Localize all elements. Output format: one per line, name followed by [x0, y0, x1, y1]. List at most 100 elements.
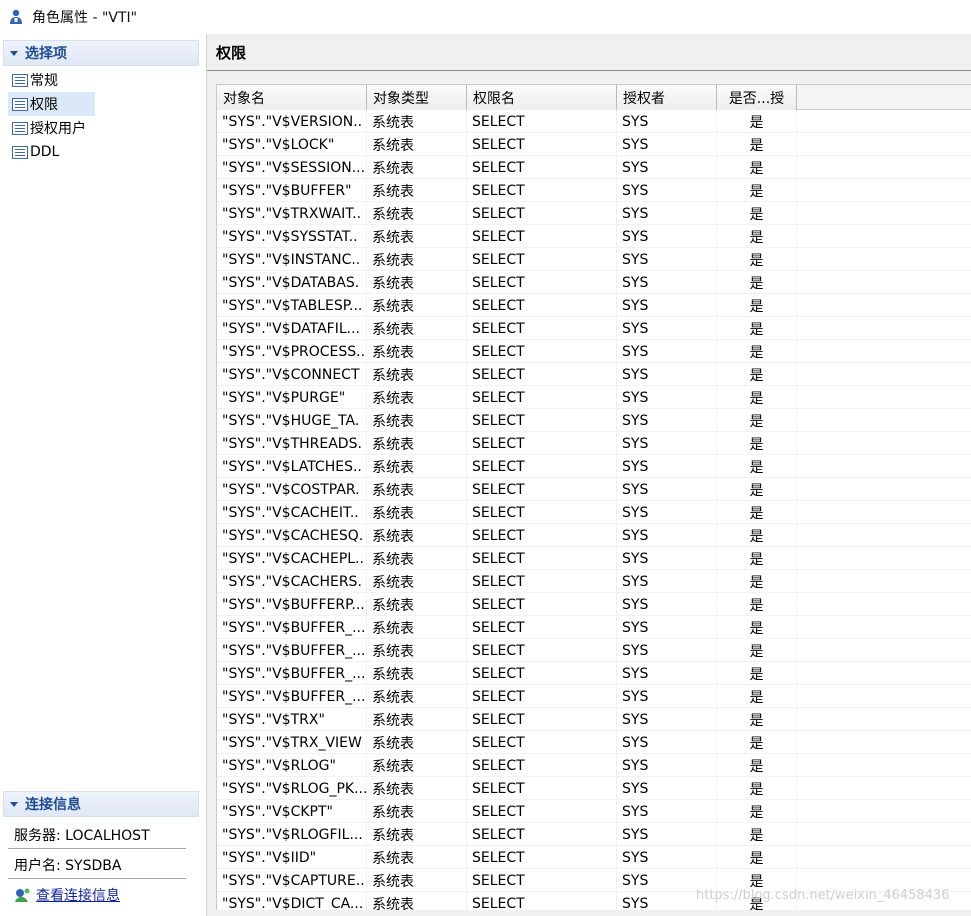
- table-row[interactable]: "SYS"."V$LATCHES.. 系统表 SELECT SYS 是: [217, 455, 971, 478]
- table-row[interactable]: "SYS"."V$BUFFER" 系统表 SELECT SYS 是: [217, 179, 971, 202]
- role-user-icon: [8, 9, 24, 25]
- table-row[interactable]: "SYS"."V$CACHESQ. 系统表 SELECT SYS 是: [217, 524, 971, 547]
- table-row[interactable]: "SYS"."V$HUGE_TA. 系统表 SELECT SYS 是: [217, 409, 971, 432]
- cell-object-name: "SYS"."V$CONNECT: [217, 363, 367, 386]
- cell-object-type: 系统表: [367, 754, 467, 777]
- cell-object-type: 系统表: [367, 869, 467, 892]
- table-row[interactable]: "SYS"."V$CACHEIT.. 系统表 SELECT SYS 是: [217, 501, 971, 524]
- table-row[interactable]: "SYS"."V$BUFFER_... 系统表 SELECT SYS 是: [217, 662, 971, 685]
- cell-privilege: SELECT: [467, 731, 617, 754]
- cell-privilege: SELECT: [467, 616, 617, 639]
- table-row[interactable]: "SYS"."V$CACHERS. 系统表 SELECT SYS 是: [217, 570, 971, 593]
- cell-grantable: 是: [717, 133, 797, 156]
- cell-object-name: "SYS"."V$COSTPAR.: [217, 478, 367, 501]
- section-header-options[interactable]: 选择项: [3, 40, 199, 66]
- cell-grantable: 是: [717, 340, 797, 363]
- cell-grantor: SYS: [617, 708, 717, 731]
- table-row[interactable]: "SYS"."V$CKPT" 系统表 SELECT SYS 是: [217, 800, 971, 823]
- cell-object-name: "SYS"."V$BUFFER": [217, 179, 367, 202]
- collapse-arrow-icon[interactable]: [10, 801, 18, 807]
- cell-grantable: 是: [717, 432, 797, 455]
- sidebar-item-general[interactable]: 常规: [8, 68, 198, 92]
- sidebar-item-privileges[interactable]: 权限: [8, 92, 95, 116]
- table-row[interactable]: "SYS"."V$TABLESP... 系统表 SELECT SYS 是: [217, 294, 971, 317]
- table-row[interactable]: "SYS"."V$BUFFER_... 系统表 SELECT SYS 是: [217, 616, 971, 639]
- view-connection-link[interactable]: 查看连接信息: [36, 885, 120, 905]
- section-header-connection[interactable]: 连接信息: [3, 791, 199, 817]
- cell-object-type: 系统表: [367, 800, 467, 823]
- cell-grantor: SYS: [617, 409, 717, 432]
- table-row[interactable]: "SYS"."V$RLOG_PK... 系统表 SELECT SYS 是: [217, 777, 971, 800]
- table-row[interactable]: "SYS"."V$SYSSTAT.. 系统表 SELECT SYS 是: [217, 225, 971, 248]
- column-header-object-type[interactable]: 对象类型: [367, 85, 467, 110]
- cell-privilege: SELECT: [467, 800, 617, 823]
- table-row[interactable]: "SYS"."V$IID" 系统表 SELECT SYS 是: [217, 846, 971, 869]
- cell-grantable: 是: [717, 248, 797, 271]
- table-row[interactable]: "SYS"."V$BUFFER_... 系统表 SELECT SYS 是: [217, 685, 971, 708]
- collapse-arrow-icon[interactable]: [10, 50, 18, 56]
- table-row[interactable]: "SYS"."V$DATAFIL... 系统表 SELECT SYS 是: [217, 317, 971, 340]
- table-row[interactable]: "SYS"."V$RLOGFIL... 系统表 SELECT SYS 是: [217, 823, 971, 846]
- cell-object-type: 系统表: [367, 317, 467, 340]
- table-row[interactable]: "SYS"."V$THREADS. 系统表 SELECT SYS 是: [217, 432, 971, 455]
- column-header-grantable[interactable]: 是否...授: [717, 85, 797, 110]
- cell-grantor: SYS: [617, 156, 717, 179]
- table-row[interactable]: "SYS"."V$PURGE" 系统表 SELECT SYS 是: [217, 386, 971, 409]
- cell-grantor: SYS: [617, 386, 717, 409]
- cell-object-name: "SYS"."V$SYSSTAT..: [217, 225, 367, 248]
- table-row[interactable]: "SYS"."V$BUFFERP... 系统表 SELECT SYS 是: [217, 593, 971, 616]
- sidebar-item-ddl[interactable]: DDL: [8, 140, 198, 164]
- table-row[interactable]: "SYS"."V$RLOG" 系统表 SELECT SYS 是: [217, 754, 971, 777]
- sidebar-item-granted-users[interactable]: 授权用户: [8, 116, 198, 140]
- cell-object-type: 系统表: [367, 225, 467, 248]
- table-row[interactable]: "SYS"."V$COSTPAR. 系统表 SELECT SYS 是: [217, 478, 971, 501]
- table-body: "SYS"."V$VERSION.. 系统表 SELECT SYS 是 "SYS"."V$…: [217, 110, 971, 910]
- column-header-grantor[interactable]: 授权者: [617, 85, 717, 110]
- sidebar-item-label: 授权用户: [30, 121, 86, 137]
- cell-grantor: SYS: [617, 593, 717, 616]
- cell-privilege: SELECT: [467, 777, 617, 800]
- table-row[interactable]: "SYS"."V$LOCK" 系统表 SELECT SYS 是: [217, 133, 971, 156]
- table-row[interactable]: "SYS"."V$PROCESS... 系统表 SELECT SYS 是: [217, 340, 971, 363]
- view-connection-row[interactable]: 查看连接信息: [14, 885, 120, 905]
- table-row[interactable]: "SYS"."V$CACHEPL.. 系统表 SELECT SYS 是: [217, 547, 971, 570]
- cell-grantable: 是: [717, 662, 797, 685]
- cell-object-name: "SYS"."V$CACHEPL..: [217, 547, 367, 570]
- table-row[interactable]: "SYS"."V$TRX" 系统表 SELECT SYS 是: [217, 708, 971, 731]
- window-titlebar: 角色属性 - "VTI": [0, 0, 971, 34]
- cell-grantable: 是: [717, 156, 797, 179]
- cell-grantor: SYS: [617, 271, 717, 294]
- cell-grantor: SYS: [617, 731, 717, 754]
- cell-privilege: SELECT: [467, 317, 617, 340]
- column-header-object-name[interactable]: 对象名: [217, 85, 367, 110]
- cell-privilege: SELECT: [467, 524, 617, 547]
- watermark: https://blog.csdn.net/weixin_46458436: [696, 888, 950, 903]
- cell-object-type: 系统表: [367, 731, 467, 754]
- cell-grantable: 是: [717, 225, 797, 248]
- cell-grantable: 是: [717, 570, 797, 593]
- table-row[interactable]: "SYS"."V$DATABAS. 系统表 SELECT SYS 是: [217, 271, 971, 294]
- table-row[interactable]: "SYS"."V$CONNECT 系统表 SELECT SYS 是: [217, 363, 971, 386]
- cell-grantor: SYS: [617, 225, 717, 248]
- table-row[interactable]: "SYS"."V$SESSION... 系统表 SELECT SYS 是: [217, 156, 971, 179]
- table-row[interactable]: "SYS"."V$BUFFER_... 系统表 SELECT SYS 是: [217, 639, 971, 662]
- cell-grantor: SYS: [617, 340, 717, 363]
- cell-grantor: SYS: [617, 800, 717, 823]
- cell-object-type: 系统表: [367, 685, 467, 708]
- cell-privilege: SELECT: [467, 846, 617, 869]
- table-row[interactable]: "SYS"."V$INSTANC.. 系统表 SELECT SYS 是: [217, 248, 971, 271]
- cell-grantable: 是: [717, 478, 797, 501]
- cell-object-name: "SYS"."V$PURGE": [217, 386, 367, 409]
- cell-privilege: SELECT: [467, 478, 617, 501]
- cell-grantable: 是: [717, 846, 797, 869]
- cell-privilege: SELECT: [467, 248, 617, 271]
- cell-grantable: 是: [717, 294, 797, 317]
- cell-privilege: SELECT: [467, 202, 617, 225]
- privileges-table[interactable]: 对象名 对象类型 权限名 授权者 是否...授 "SYS"."V$VERSION…: [216, 84, 971, 910]
- cell-grantor: SYS: [617, 455, 717, 478]
- table-row[interactable]: "SYS"."V$VERSION.. 系统表 SELECT SYS 是: [217, 110, 971, 133]
- table-row[interactable]: "SYS"."V$TRXWAIT.. 系统表 SELECT SYS 是: [217, 202, 971, 225]
- cell-object-name: "SYS"."V$THREADS.: [217, 432, 367, 455]
- column-header-privilege[interactable]: 权限名: [467, 85, 617, 110]
- table-row[interactable]: "SYS"."V$TRX_VIEW 系统表 SELECT SYS 是: [217, 731, 971, 754]
